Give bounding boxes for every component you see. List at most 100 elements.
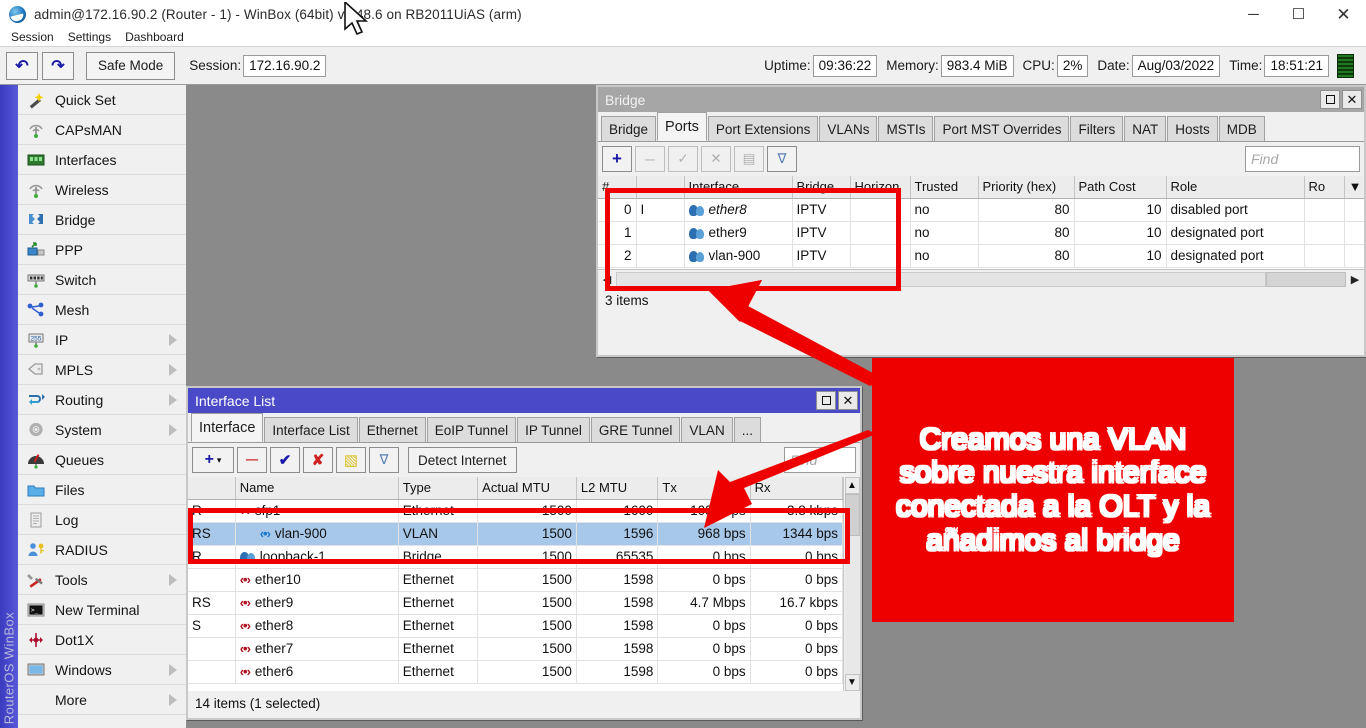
sidebar-item-windows[interactable]: Windows <box>18 655 186 685</box>
sidebar-item-wireless[interactable]: Wireless <box>18 175 186 205</box>
tab-interface-vlan[interactable]: VLAN <box>681 417 732 442</box>
bridge-col-priority-hex-[interactable]: Priority (hex) <box>978 176 1074 198</box>
table-row[interactable]: 1ether9IPTVno8010designated port <box>598 221 1364 244</box>
tab-interface-gre-tunnel[interactable]: GRE Tunnel <box>591 417 681 442</box>
sidebar-item-tools[interactable]: Tools <box>18 565 186 595</box>
tab-bridge-vlans[interactable]: VLANs <box>819 116 877 141</box>
interface-scroll-thumb[interactable] <box>845 494 860 536</box>
interface-col-type[interactable]: Type <box>398 477 477 499</box>
sidebar-item-radius[interactable]: RADIUS <box>18 535 186 565</box>
menu-item-dashboard[interactable]: Dashboard <box>118 30 191 44</box>
sidebar-item-switch[interactable]: Switch <box>18 265 186 295</box>
undo-icon[interactable]: ↶ <box>6 52 38 80</box>
bridge-window-titlebar[interactable]: Bridge ✕ <box>598 87 1364 112</box>
bridge-column-menu-icon[interactable]: ▼ <box>1344 176 1364 198</box>
comment-icon[interactable]: ▧ <box>336 447 366 473</box>
table-row[interactable]: S‹•›ether8Ethernet150015980 bps0 bps <box>188 614 843 637</box>
disable-port-button[interactable]: ✕ <box>701 146 731 172</box>
enable-interface-button[interactable]: ✔ <box>270 447 300 473</box>
interface-vertical-scrollbar[interactable]: ▲ ▼ <box>843 477 860 691</box>
remove-port-button[interactable]: ─ <box>635 146 665 172</box>
interface-maximize-button[interactable] <box>816 391 836 410</box>
tab-interface--[interactable]: ... <box>734 417 761 442</box>
table-row[interactable]: ‹•›ether10Ethernet150015980 bps0 bps <box>188 568 843 591</box>
bridge-col-horizon[interactable]: Horizon <box>850 176 910 198</box>
interface-window-titlebar[interactable]: Interface List ✕ <box>188 388 860 413</box>
tab-interface-eoip-tunnel[interactable]: EoIP Tunnel <box>427 417 516 442</box>
tab-interface-interface-list[interactable]: Interface List <box>264 417 357 442</box>
tab-bridge-mstis[interactable]: MSTIs <box>878 116 933 141</box>
table-row[interactable]: 0Iether8IPTVno8010disabled port <box>598 198 1364 221</box>
bridge-scroll-track[interactable] <box>616 272 1266 287</box>
sidebar-item-mpls[interactable]: MPLS <box>18 355 186 385</box>
redo-icon[interactable]: ↷ <box>42 52 74 80</box>
bridge-horizontal-scrollbar[interactable]: ◀ ▶ <box>598 269 1364 288</box>
interface-find-input[interactable]: Find <box>784 447 856 473</box>
minimize-button[interactable]: ─ <box>1231 0 1276 28</box>
scroll-up-icon[interactable]: ▲ <box>845 477 860 494</box>
scroll-right-icon[interactable]: ▶ <box>1346 273 1364 286</box>
session-value[interactable]: 172.16.90.2 <box>243 55 326 77</box>
sidebar-item-more[interactable]: More <box>18 685 186 715</box>
table-row[interactable]: R‹•›sfp1Ethernet150016001032 bps3.8 kbps <box>188 499 843 522</box>
add-interface-button[interactable]: + ▾ <box>192 447 234 473</box>
sidebar-item-new-terminal[interactable]: >_New Terminal <box>18 595 186 625</box>
close-button[interactable]: ✕ <box>1321 0 1366 28</box>
menu-item-settings[interactable]: Settings <box>61 30 118 44</box>
scroll-down-icon[interactable]: ▼ <box>845 674 860 691</box>
tab-bridge-nat[interactable]: NAT <box>1124 116 1166 141</box>
table-row[interactable]: 2vlan-900IPTVno8010designated port <box>598 244 1364 267</box>
sidebar-item-routing[interactable]: Routing <box>18 385 186 415</box>
bridge-col--[interactable]: # <box>598 176 636 198</box>
sidebar-item-quick-set[interactable]: Quick Set <box>18 85 186 115</box>
bridge-find-input[interactable]: Find <box>1245 146 1360 172</box>
sidebar-item-dot1x[interactable]: Dot1X <box>18 625 186 655</box>
tab-bridge-mdb[interactable]: MDB <box>1219 116 1265 141</box>
sidebar-item-queues[interactable]: Queues <box>18 445 186 475</box>
table-row[interactable]: Rloopback-1Bridge1500655350 bps0 bps <box>188 545 843 568</box>
interface-col-name[interactable]: Name <box>235 477 398 499</box>
bridge-col-trusted[interactable]: Trusted <box>910 176 978 198</box>
interface-col-l2-mtu[interactable]: L2 MTU <box>576 477 658 499</box>
interface-col-rx[interactable]: Rx <box>750 477 842 499</box>
interface-close-button[interactable]: ✕ <box>838 391 858 410</box>
disable-interface-button[interactable]: ✘ <box>303 447 333 473</box>
tab-bridge-filters[interactable]: Filters <box>1070 116 1123 141</box>
tab-bridge-ports[interactable]: Ports <box>657 112 707 141</box>
table-row[interactable]: RS‹•›vlan-900VLAN15001596968 bps1344 bps <box>188 522 843 545</box>
interface-col-flags[interactable] <box>188 477 235 499</box>
sidebar-item-files[interactable]: Files <box>18 475 186 505</box>
interface-col-tx[interactable]: Tx <box>658 477 750 499</box>
table-row[interactable]: RS‹•›ether9Ethernet150015984.7 Mbps16.7 … <box>188 591 843 614</box>
enable-port-button[interactable]: ✓ <box>668 146 698 172</box>
tab-bridge-port-extensions[interactable]: Port Extensions <box>708 116 819 141</box>
tab-interface-ip-tunnel[interactable]: IP Tunnel <box>517 417 590 442</box>
bridge-col-path-cost[interactable]: Path Cost <box>1074 176 1166 198</box>
tab-interface-ethernet[interactable]: Ethernet <box>359 417 426 442</box>
tab-bridge-bridge[interactable]: Bridge <box>601 116 656 141</box>
tab-interface-interface[interactable]: Interface <box>191 413 263 442</box>
maximize-button[interactable]: ☐ <box>1276 0 1321 28</box>
sidebar-item-ppp[interactable]: PPP <box>18 235 186 265</box>
sidebar-item-system[interactable]: System <box>18 415 186 445</box>
sidebar-item-bridge[interactable]: Bridge <box>18 205 186 235</box>
bridge-close-button[interactable]: ✕ <box>1342 90 1362 109</box>
tab-bridge-hosts[interactable]: Hosts <box>1167 116 1218 141</box>
sidebar-item-mesh[interactable]: Mesh <box>18 295 186 325</box>
bridge-col-blank[interactable] <box>636 176 684 198</box>
bridge-scroll-thumb[interactable] <box>1266 272 1346 287</box>
bridge-col-role[interactable]: Role <box>1166 176 1304 198</box>
safe-mode-button[interactable]: Safe Mode <box>86 52 175 80</box>
menu-item-session[interactable]: Session <box>4 30 61 44</box>
table-row[interactable]: ‹•›ether7Ethernet150015980 bps0 bps <box>188 637 843 660</box>
comment-button[interactable]: ▤ <box>734 146 764 172</box>
interface-col-actual-mtu[interactable]: Actual MTU <box>478 477 577 499</box>
interface-filter-icon[interactable]: ∇ <box>369 447 399 473</box>
bridge-col-ro[interactable]: Ro <box>1304 176 1344 198</box>
tab-bridge-port-mst-overrides[interactable]: Port MST Overrides <box>934 116 1069 141</box>
filter-icon[interactable]: ∇ <box>767 146 797 172</box>
sidebar-item-log[interactable]: Log <box>18 505 186 535</box>
sidebar-item-ip[interactable]: 255IP <box>18 325 186 355</box>
add-port-button[interactable]: + <box>602 146 632 172</box>
detect-internet-button[interactable]: Detect Internet <box>408 447 517 473</box>
